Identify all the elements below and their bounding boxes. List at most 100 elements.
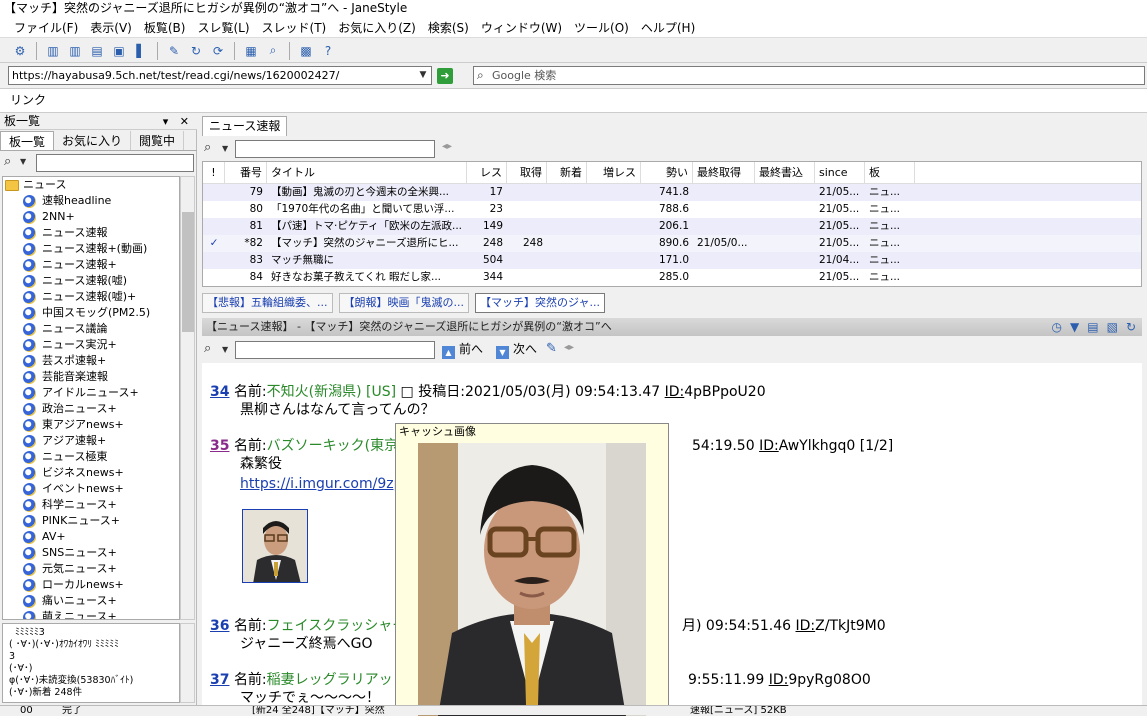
- filter-icon[interactable]: ▼: [1070, 318, 1079, 336]
- threadlist-search-input[interactable]: [235, 140, 435, 158]
- tree-board-item[interactable]: 科学ニュース+: [3, 497, 179, 513]
- post-number[interactable]: 35: [210, 438, 229, 454]
- image-thumbnail[interactable]: [242, 509, 308, 583]
- column-last-get[interactable]: 最終取得: [693, 162, 755, 183]
- tree-scrollbar[interactable]: [180, 176, 195, 620]
- post-image-link[interactable]: https://i.imgur.com/9zp: [240, 475, 403, 493]
- column-board[interactable]: 板: [865, 162, 915, 183]
- column-since[interactable]: since: [815, 162, 865, 183]
- column-res[interactable]: レス: [467, 162, 507, 183]
- next-button[interactable]: ▼ 次へ: [496, 341, 537, 359]
- column-last-write[interactable]: 最終書込: [755, 162, 815, 183]
- menu-help[interactable]: ヘルプ(H): [635, 18, 701, 37]
- tree-board-item[interactable]: 芸スポ速報+: [3, 353, 179, 369]
- tree-board-item[interactable]: ビジネスnews+: [3, 465, 179, 481]
- refresh-icon[interactable]: ↻: [186, 41, 206, 61]
- arrow-right-icon[interactable]: ➜: [437, 68, 453, 84]
- tree-board-item[interactable]: ニュース速報+(動画): [3, 241, 179, 257]
- tree-folder-news[interactable]: ニュース: [3, 177, 179, 193]
- tree-scrollbar-thumb[interactable]: [182, 212, 194, 332]
- write-icon[interactable]: ✎: [164, 41, 184, 61]
- column-mark[interactable]: !: [203, 162, 225, 183]
- document-icon[interactable]: ▤: [1087, 318, 1098, 336]
- column-new[interactable]: 新着: [547, 162, 587, 183]
- tree-board-item[interactable]: SNSニュース+: [3, 545, 179, 561]
- tab-board-list[interactable]: 板一覧: [0, 131, 55, 150]
- search-icon[interactable]: ⌕: [204, 341, 211, 356]
- tree-board-item[interactable]: アイドルニュース+: [3, 385, 179, 401]
- thread-tab-1[interactable]: 【悲報】五輪組織委、...: [202, 293, 333, 313]
- post-number[interactable]: 34: [210, 384, 229, 400]
- refresh-all-icon[interactable]: ⟳: [208, 41, 228, 61]
- google-search-input[interactable]: Google 検索: [473, 66, 1145, 85]
- column-number[interactable]: 番号: [225, 162, 267, 183]
- tree-board-item[interactable]: イベントnews+: [3, 481, 179, 497]
- tree-board-item[interactable]: 2NN+: [3, 209, 179, 225]
- arrow-left-right-icon[interactable]: ◂▸: [442, 141, 452, 152]
- column-title[interactable]: タイトル: [267, 162, 467, 183]
- thread-tab-2[interactable]: 【朗報】映画「鬼滅の...: [338, 293, 469, 313]
- menu-search[interactable]: 検索(S): [422, 18, 475, 37]
- board-search-input[interactable]: [36, 154, 194, 172]
- chevron-down-icon[interactable]: ▼: [222, 345, 228, 354]
- thread-row[interactable]: 84 好きなお菓子教えてくれ 暇だし家... 344 285.0 21/05... ニュ.…: [203, 269, 1141, 286]
- column-momentum[interactable]: 勢い: [641, 162, 693, 183]
- memo-scrollbar[interactable]: [180, 623, 195, 703]
- thread-row[interactable]: 81 【パ速】トマ·ピケティ「欧米の左派政... 149 206.1 21/05... ニ…: [203, 218, 1141, 235]
- tree-board-item[interactable]: 政治ニュース+: [3, 401, 179, 417]
- thread-row[interactable]: 80 「1970年代の名曲」と聞いて思い浮... 23 788.6 21/05... ニュ…: [203, 201, 1141, 218]
- tile-icon[interactable]: ▦: [241, 41, 261, 61]
- layout-4-icon[interactable]: ▣: [109, 41, 129, 61]
- menu-favorites[interactable]: お気に入り(Z): [332, 18, 422, 37]
- chevron-down-icon[interactable]: ▼: [222, 144, 228, 153]
- post-id-label[interactable]: ID:: [759, 438, 779, 454]
- post-id-label[interactable]: ID:: [665, 384, 685, 400]
- post-id-label[interactable]: ID:: [796, 618, 816, 634]
- search-icon[interactable]: ⌕: [263, 41, 283, 61]
- address-input[interactable]: https://hayabusa9.5ch.net/test/read.cgi/…: [8, 66, 432, 85]
- settings-icon[interactable]: ▩: [296, 41, 316, 61]
- layout-3-icon[interactable]: ▤: [87, 41, 107, 61]
- pen-icon[interactable]: ✎: [546, 341, 557, 356]
- tree-board-item[interactable]: 中国スモッグ(PM2.5): [3, 305, 179, 321]
- tree-board-item[interactable]: 東アジアnews+: [3, 417, 179, 433]
- post-number[interactable]: 37: [210, 672, 229, 688]
- menu-tools[interactable]: ツール(O): [568, 18, 635, 37]
- menu-threadlist[interactable]: スレ覧(L): [191, 18, 255, 37]
- tree-board-item[interactable]: ニュース速報(嘘)+: [3, 289, 179, 305]
- tree-board-item[interactable]: ニュース速報: [3, 225, 179, 241]
- tree-board-item[interactable]: ニュース速報(嘘): [3, 273, 179, 289]
- reload-document-icon[interactable]: ▧: [1107, 318, 1118, 336]
- search-icon[interactable]: ⌕: [4, 154, 11, 169]
- refresh-icon[interactable]: ↻: [1126, 318, 1136, 336]
- post-number[interactable]: 36: [210, 618, 229, 634]
- tree-board-item[interactable]: 芸能音楽速報: [3, 369, 179, 385]
- menu-boards[interactable]: 板覧(B): [138, 18, 192, 37]
- tree-board-item[interactable]: ニュース議論: [3, 321, 179, 337]
- pane-buttons[interactable]: ▾ ✕: [163, 113, 193, 130]
- column-increase[interactable]: 増レス: [587, 162, 641, 183]
- layout-5-icon[interactable]: ▌: [131, 41, 151, 61]
- tree-board-item[interactable]: AV+: [3, 529, 179, 545]
- arrow-left-right-icon[interactable]: ◂▸: [564, 342, 574, 353]
- link-bar[interactable]: リンク: [0, 89, 1147, 113]
- prev-button[interactable]: ▲ 前へ: [442, 341, 483, 359]
- tree-board-item[interactable]: アジア速報+: [3, 433, 179, 449]
- layout-1-icon[interactable]: ▥: [43, 41, 63, 61]
- tree-board-item[interactable]: 元気ニュース+: [3, 561, 179, 577]
- tree-board-item[interactable]: ニュース速報+: [3, 257, 179, 273]
- menu-window[interactable]: ウィンドウ(W): [475, 18, 568, 37]
- tab-favorites[interactable]: お気に入り: [54, 131, 132, 150]
- tree-board-item[interactable]: 速報headline: [3, 193, 179, 209]
- tree-board-item[interactable]: ニュース極東: [3, 449, 179, 465]
- help-icon[interactable]: ?: [318, 41, 338, 61]
- column-got[interactable]: 取得: [507, 162, 547, 183]
- menu-file[interactable]: ファイル(F): [8, 18, 84, 37]
- post-id-label[interactable]: ID:: [769, 672, 789, 688]
- layout-2-icon[interactable]: ▥: [65, 41, 85, 61]
- thread-tab-3[interactable]: 【マッチ】突然のジャ...: [475, 293, 605, 313]
- tab-browsing[interactable]: 閲覧中: [131, 131, 185, 150]
- search-icon[interactable]: ⌕: [204, 140, 211, 155]
- connect-icon[interactable]: ⚙: [10, 41, 30, 61]
- tab-news-flash[interactable]: ニュース速報: [202, 116, 288, 136]
